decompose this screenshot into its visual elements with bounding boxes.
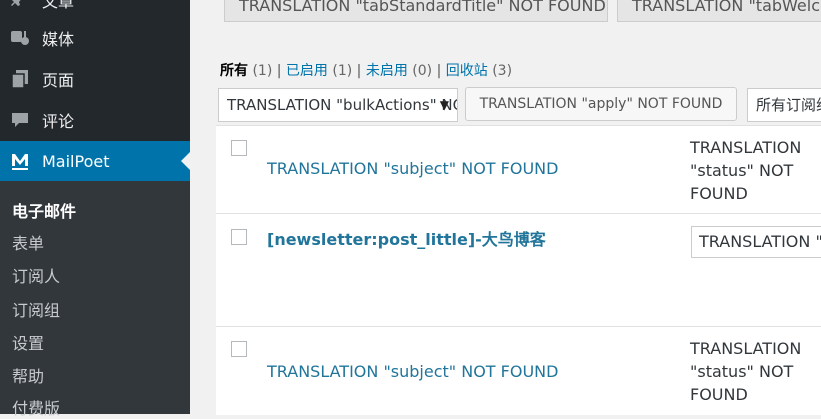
sidebar-item-media[interactable]: 媒体: [0, 18, 190, 58]
submenu-item-settings[interactable]: 设置: [12, 330, 44, 354]
row-subject-link[interactable]: TRANSLATION "subject" NOT FOUND: [267, 362, 558, 381]
sidebar-item-comments[interactable]: 评论: [0, 100, 190, 140]
submenu-item-premium[interactable]: 付费版: [12, 395, 60, 419]
filter-all[interactable]: 所有: [220, 63, 248, 79]
submenu-item-subscribers[interactable]: 订阅人: [12, 263, 60, 287]
comments-icon: [10, 110, 30, 130]
row-status: TRANSLATION "status" NOT FOUND: [690, 339, 802, 404]
sidebar-item-label: 评论: [42, 112, 75, 131]
filter-active-count: (1): [332, 63, 353, 79]
submenu-item-forms[interactable]: 表单: [12, 230, 44, 254]
bulk-actions-value: TRANSLATION "bulkActions" NOT FOUND: [227, 96, 457, 114]
filter-active[interactable]: 已启用: [286, 63, 328, 79]
row-status: TRANSLATION "status" NOT FOUND: [690, 138, 802, 203]
sidebar-item-posts[interactable]: 文章: [0, 0, 190, 20]
chevron-down-icon: ▼: [439, 98, 449, 112]
filter-trash-count: (3): [492, 63, 513, 79]
row-subject-link[interactable]: [newsletter:post_little]-大鸟博客: [267, 226, 546, 250]
sidebar-item-label: 文章: [42, 0, 75, 11]
apply-button[interactable]: TRANSLATION "apply" NOT FOUND: [465, 87, 737, 121]
media-icon: [10, 28, 30, 48]
filter-all-count: (1): [252, 63, 273, 79]
submenu-item-lists[interactable]: 订阅组: [12, 297, 60, 321]
row-subject-link[interactable]: TRANSLATION "subject" NOT FOUND: [267, 159, 558, 178]
mailpoet-submenu: 电子邮件 表单 订阅人 订阅组 设置 帮助 付费版: [0, 181, 190, 418]
pin-icon: [10, 0, 30, 10]
sidebar-item-label: 页面: [42, 71, 75, 90]
filter-inactive[interactable]: 未启用: [366, 63, 408, 79]
row-status-select[interactable]: TRANSLATION "active" NOT FOUND: [691, 226, 821, 258]
table-row: [newsletter:post_little]-大鸟博客 TRANSLATIO…: [216, 214, 821, 327]
mailpoet-icon: [10, 151, 30, 171]
row-checkbox[interactable]: [231, 341, 247, 357]
filter-trash[interactable]: 回收站: [446, 63, 488, 79]
submenu-item-help[interactable]: 帮助: [12, 363, 44, 387]
segments-filter-value: 所有订阅组: [756, 96, 821, 114]
sidebar-item-pages[interactable]: 页面: [0, 59, 190, 99]
sidebar-item-label: MailPoet: [42, 151, 110, 171]
newsletters-table: TRANSLATION "subject" NOT FOUND TRANSLAT…: [216, 125, 821, 415]
table-row: TRANSLATION "subject" NOT FOUND TRANSLAT…: [216, 126, 821, 214]
row-checkbox[interactable]: [231, 229, 247, 245]
tab-standard[interactable]: TRANSLATION "tabStandardTitle" NOT FOUND: [224, 0, 608, 22]
status-filter-links: 所有 (1) | 已启用 (1) | 未启用 (0) | 回收站 (3): [220, 63, 513, 79]
admin-sidebar: 文章 媒体 页面 评论 MailPoet 电子邮件 表单 订阅人 订阅组 设置 …: [0, 0, 190, 418]
table-row: TRANSLATION "subject" NOT FOUND TRANSLAT…: [216, 327, 821, 415]
filter-inactive-count: (0): [412, 63, 433, 79]
active-indicator: [181, 152, 190, 170]
row-checkbox[interactable]: [231, 140, 247, 156]
sidebar-item-mailpoet[interactable]: MailPoet: [0, 141, 190, 181]
tab-welcome[interactable]: TRANSLATION "tabWelcomeTitle" NOT FOUND: [617, 0, 821, 22]
submenu-item-emails[interactable]: 电子邮件: [12, 198, 76, 222]
bulk-actions-select[interactable]: TRANSLATION "bulkActions" NOT FOUND ▼: [218, 88, 458, 122]
segments-filter-select[interactable]: 所有订阅组: [747, 88, 821, 122]
sidebar-item-label: 媒体: [42, 30, 75, 49]
pages-icon: [10, 69, 30, 89]
